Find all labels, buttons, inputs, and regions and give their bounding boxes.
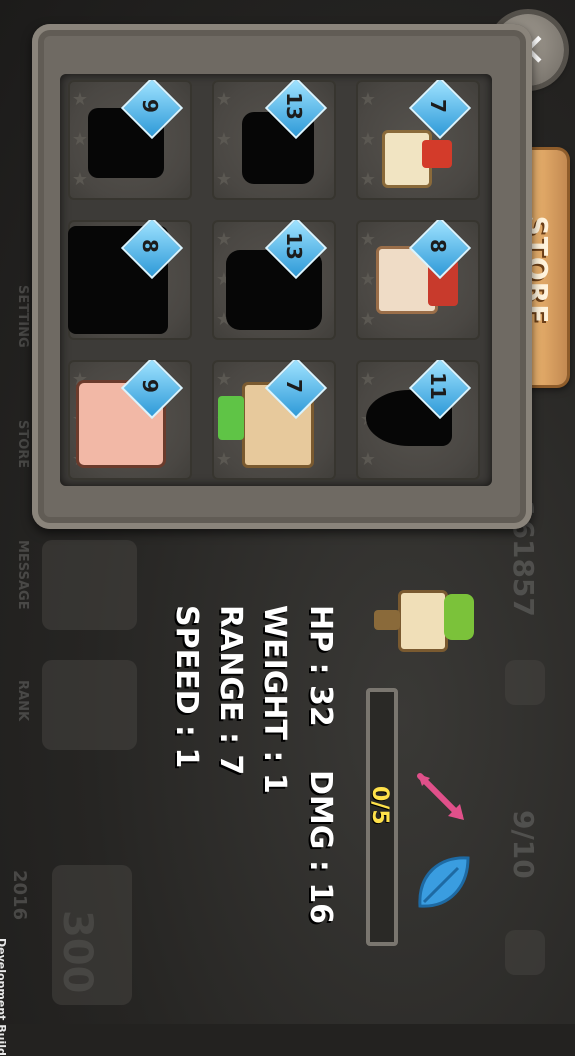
- leaf-icon: [418, 856, 470, 908]
- unit-cost: 9: [138, 379, 162, 393]
- star-icon: ★: [71, 169, 89, 190]
- unit-slot[interactable]: ★★★ 7: [212, 360, 336, 480]
- star-icon: ★: [359, 169, 377, 190]
- star-icon: ★: [359, 309, 377, 330]
- unit-slot[interactable]: ★ ★ ★ 7: [356, 80, 480, 200]
- star-icon: ★: [215, 369, 233, 390]
- background-menu-rank: RANK: [15, 680, 30, 722]
- star-icon: ★: [215, 129, 233, 150]
- selected-unit-portrait: [370, 580, 490, 680]
- star-icon: ★: [359, 269, 377, 290]
- star-icon: ★: [71, 89, 89, 110]
- unit-cost: 7: [282, 379, 306, 393]
- upgrade-progress-text: 0/5: [367, 786, 392, 825]
- stat-speed: SPEED : 1: [169, 605, 204, 769]
- star-rating: ★ ★ ★: [212, 80, 236, 200]
- star-icon: ★: [215, 229, 233, 250]
- stat-weight: WEIGHT : 1: [257, 605, 292, 794]
- unit-cost: 13: [282, 232, 306, 260]
- background-tile: [52, 865, 132, 1005]
- unit-slot[interactable]: ★ ★ ★ 9: [68, 80, 192, 200]
- background-stamina: 9/10: [507, 810, 540, 879]
- development-build-label: Development Build: [0, 938, 8, 1056]
- unit-cost: 8: [426, 239, 450, 253]
- unit-cost: 7: [426, 99, 450, 113]
- unit-cost: 11: [426, 372, 450, 400]
- stat-dmg: DMG : 16: [303, 770, 338, 925]
- star-icon: ★: [359, 449, 377, 470]
- background-tile: [42, 540, 137, 630]
- stat-range: RANGE : 7: [213, 605, 248, 776]
- background-tile: [505, 930, 545, 975]
- unit-cost: 8: [138, 239, 162, 253]
- unit-cost: 9: [138, 99, 162, 113]
- star-icon: ★: [215, 169, 233, 190]
- star-icon: ★: [215, 89, 233, 110]
- background-menu-setting: SETTING: [15, 285, 30, 348]
- unit-slot[interactable]: ★★★ 9: [68, 360, 192, 480]
- unit-cost: 13: [282, 92, 306, 120]
- star-icon: ★: [359, 229, 377, 250]
- background-tile: [42, 660, 137, 750]
- background-tile: [505, 660, 545, 705]
- unit-pack: [218, 396, 244, 440]
- star-icon: ★: [359, 369, 377, 390]
- background-menu-store: STORE: [15, 420, 30, 469]
- unit-slot[interactable]: ★ ★ ★ 13: [212, 80, 336, 200]
- stat-hp: HP : 32: [303, 605, 338, 727]
- star-icon: ★: [359, 89, 377, 110]
- star-icon: ★: [359, 129, 377, 150]
- unit-slot[interactable]: ★ ★ ★ 13: [212, 220, 336, 340]
- unit-slot[interactable]: ★ ★ ★ 8: [356, 220, 480, 340]
- unit-slot[interactable]: ★★★ 8: [68, 220, 192, 340]
- star-icon: ★: [71, 129, 89, 150]
- background-year: 2016: [9, 870, 30, 921]
- unit-helmet-plume: [422, 140, 452, 168]
- unit-grid: ★ ★ ★ 9 ★ ★ ★ 13 ★ ★ ★ 7 ★ ★ ★ 8 ★ ★ ★ 13 ★ ★ ★ 8: [60, 74, 492, 486]
- unit-slot[interactable]: ★★★ 11: [356, 360, 480, 480]
- background-menu-message: MESSAGE: [15, 540, 30, 610]
- arrow-icon: [417, 773, 464, 820]
- star-icon: ★: [215, 449, 233, 470]
- star-rating: ★ ★ ★: [356, 80, 380, 200]
